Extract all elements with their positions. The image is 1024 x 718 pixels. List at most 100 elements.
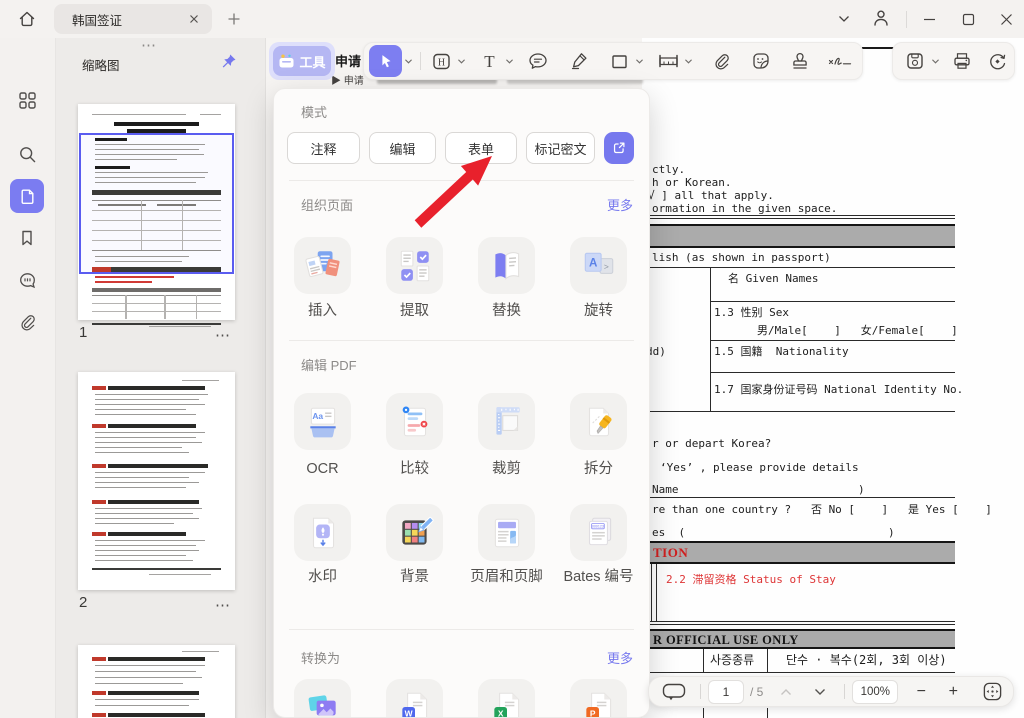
mode-redact-button[interactable]: 标记密文 [526,132,595,164]
tool-compare[interactable] [386,393,443,450]
tab-close-button[interactable] [186,11,202,27]
new-tab-button[interactable] [221,6,247,32]
close-icon [1000,13,1013,26]
sticker-tool[interactable] [747,47,775,75]
select-tool-dropdown[interactable] [402,47,414,75]
tool-convert-excel[interactable]: X [478,679,535,718]
home-button[interactable] [14,6,40,32]
sidebar-item-bookmarks[interactable] [10,221,44,255]
bar-divider [844,684,845,699]
thumb-content-line [95,447,181,448]
thumb-content-line [92,386,106,390]
zoom-in-button[interactable]: + [940,683,966,701]
previous-page-button[interactable] [769,678,803,706]
sidebar-item-comments[interactable] [10,263,44,297]
tool-ocr[interactable]: Aa [294,393,351,450]
tool-bates-numbering[interactable]: 000123 [570,504,627,561]
tool-label: 提取 [376,301,453,322]
tool-insert-pages[interactable] [294,237,351,294]
mode-section-title: 模式 [301,102,327,121]
open-in-new-button[interactable] [604,132,634,164]
next-page-button[interactable] [803,678,837,706]
page-thumbnail-2[interactable] [78,372,235,590]
thumb-content-line [95,256,189,257]
page-thumbnail-3[interactable] [78,645,235,718]
attach-file-tool[interactable] [707,47,735,75]
account-button[interactable] [868,5,894,31]
tool-extract-pages[interactable] [386,237,443,294]
fit-screen-button[interactable] [974,678,1010,706]
thumb-content-line [92,532,106,536]
thumb-content-line [92,424,106,428]
tool-header-footer[interactable] [478,504,535,561]
select-tool-button[interactable] [369,45,402,77]
thumb-content-line [95,166,130,169]
minimize-icon [923,13,936,26]
sidebar-item-search[interactable] [10,137,44,171]
doc-text-fragment: es ( [652,526,685,539]
thumb-content-line [98,204,145,206]
save-button[interactable] [901,47,929,75]
thumb-content-line [92,190,221,195]
zoom-level-value: 100% [861,686,890,698]
heading-tool-dropdown[interactable] [455,47,467,75]
text-tool-dropdown[interactable] [503,47,515,75]
organize-pages-more-link[interactable]: 更多 [607,195,633,214]
text-tool[interactable]: T [475,47,503,75]
measure-tool-dropdown[interactable] [682,47,694,75]
ai-assistant-button[interactable] [983,47,1011,75]
minimize-button[interactable] [916,6,942,32]
tool-crop[interactable] [478,393,535,450]
page-more-button[interactable]: ⋯ [215,326,231,344]
tool-background[interactable] [386,504,443,561]
tool-rotate-pages[interactable]: > A [570,237,627,294]
titlebar-dropdown-button[interactable] [831,6,857,32]
convert-to-more-link[interactable]: 更多 [607,648,633,667]
sidebar-item-attachments[interactable] [10,305,44,339]
thumbnail-panel: ⋯ 缩略图 1 ⋯ 2 ⋯ [55,38,266,718]
shape-tool[interactable] [605,47,633,75]
tool-label: 旋转 [560,301,637,322]
signature-tool[interactable] [824,47,856,75]
thumb-content-line [95,149,199,150]
mode-annotate-button[interactable]: 注释 [287,132,360,164]
sidebar-item-panels[interactable] [10,83,44,117]
thumb-content-line [92,500,106,504]
page-thumbnail-1[interactable] [78,104,235,320]
svg-text:P: P [589,708,595,718]
stamp-tool[interactable] [786,47,814,75]
highlighter-tool[interactable] [565,47,593,75]
tools-menu-button[interactable]: 工具 [269,42,335,80]
doc-table-line [710,372,955,373]
tool-watermark[interactable] [294,504,351,561]
doc-text-fragment: 2.2 滞留资格 Status of Stay [666,573,836,586]
heading-field-tool[interactable]: H [427,47,455,75]
tool-split[interactable] [570,393,627,450]
tool-convert-word[interactable]: W [386,679,443,718]
sidebar-item-thumbnails[interactable] [10,179,44,213]
page-number-input[interactable]: 1 [708,680,744,704]
measure-tool[interactable] [654,47,682,75]
shape-tool-dropdown[interactable] [633,47,645,75]
panel-drag-handle[interactable]: ⋯ [141,36,157,54]
page-more-button[interactable]: ⋯ [215,596,231,614]
zoom-out-button[interactable]: − [908,683,934,701]
tool-replace-pages[interactable] [478,237,535,294]
comment-tool[interactable] [524,47,552,75]
zoom-level-input[interactable]: 100% [852,680,898,704]
sticker-icon [751,51,771,71]
convert-to-ppt-icon: P [580,689,618,718]
presentation-mode-button[interactable] [655,678,693,706]
maximize-button[interactable] [955,6,981,32]
document-tab[interactable]: 韩国签证 [54,4,212,34]
toolbox-icon [278,54,295,69]
tool-convert-image[interactable] [294,679,351,718]
tool-convert-ppt[interactable]: P [570,679,627,718]
close-window-button[interactable] [993,6,1019,32]
print-button[interactable] [948,47,976,75]
titlebar: 韩国签证 [0,0,1024,38]
pin-panel-button[interactable] [220,53,237,70]
pointer-icon [377,52,395,70]
save-dropdown[interactable] [929,47,941,75]
stamp-icon [790,51,810,71]
